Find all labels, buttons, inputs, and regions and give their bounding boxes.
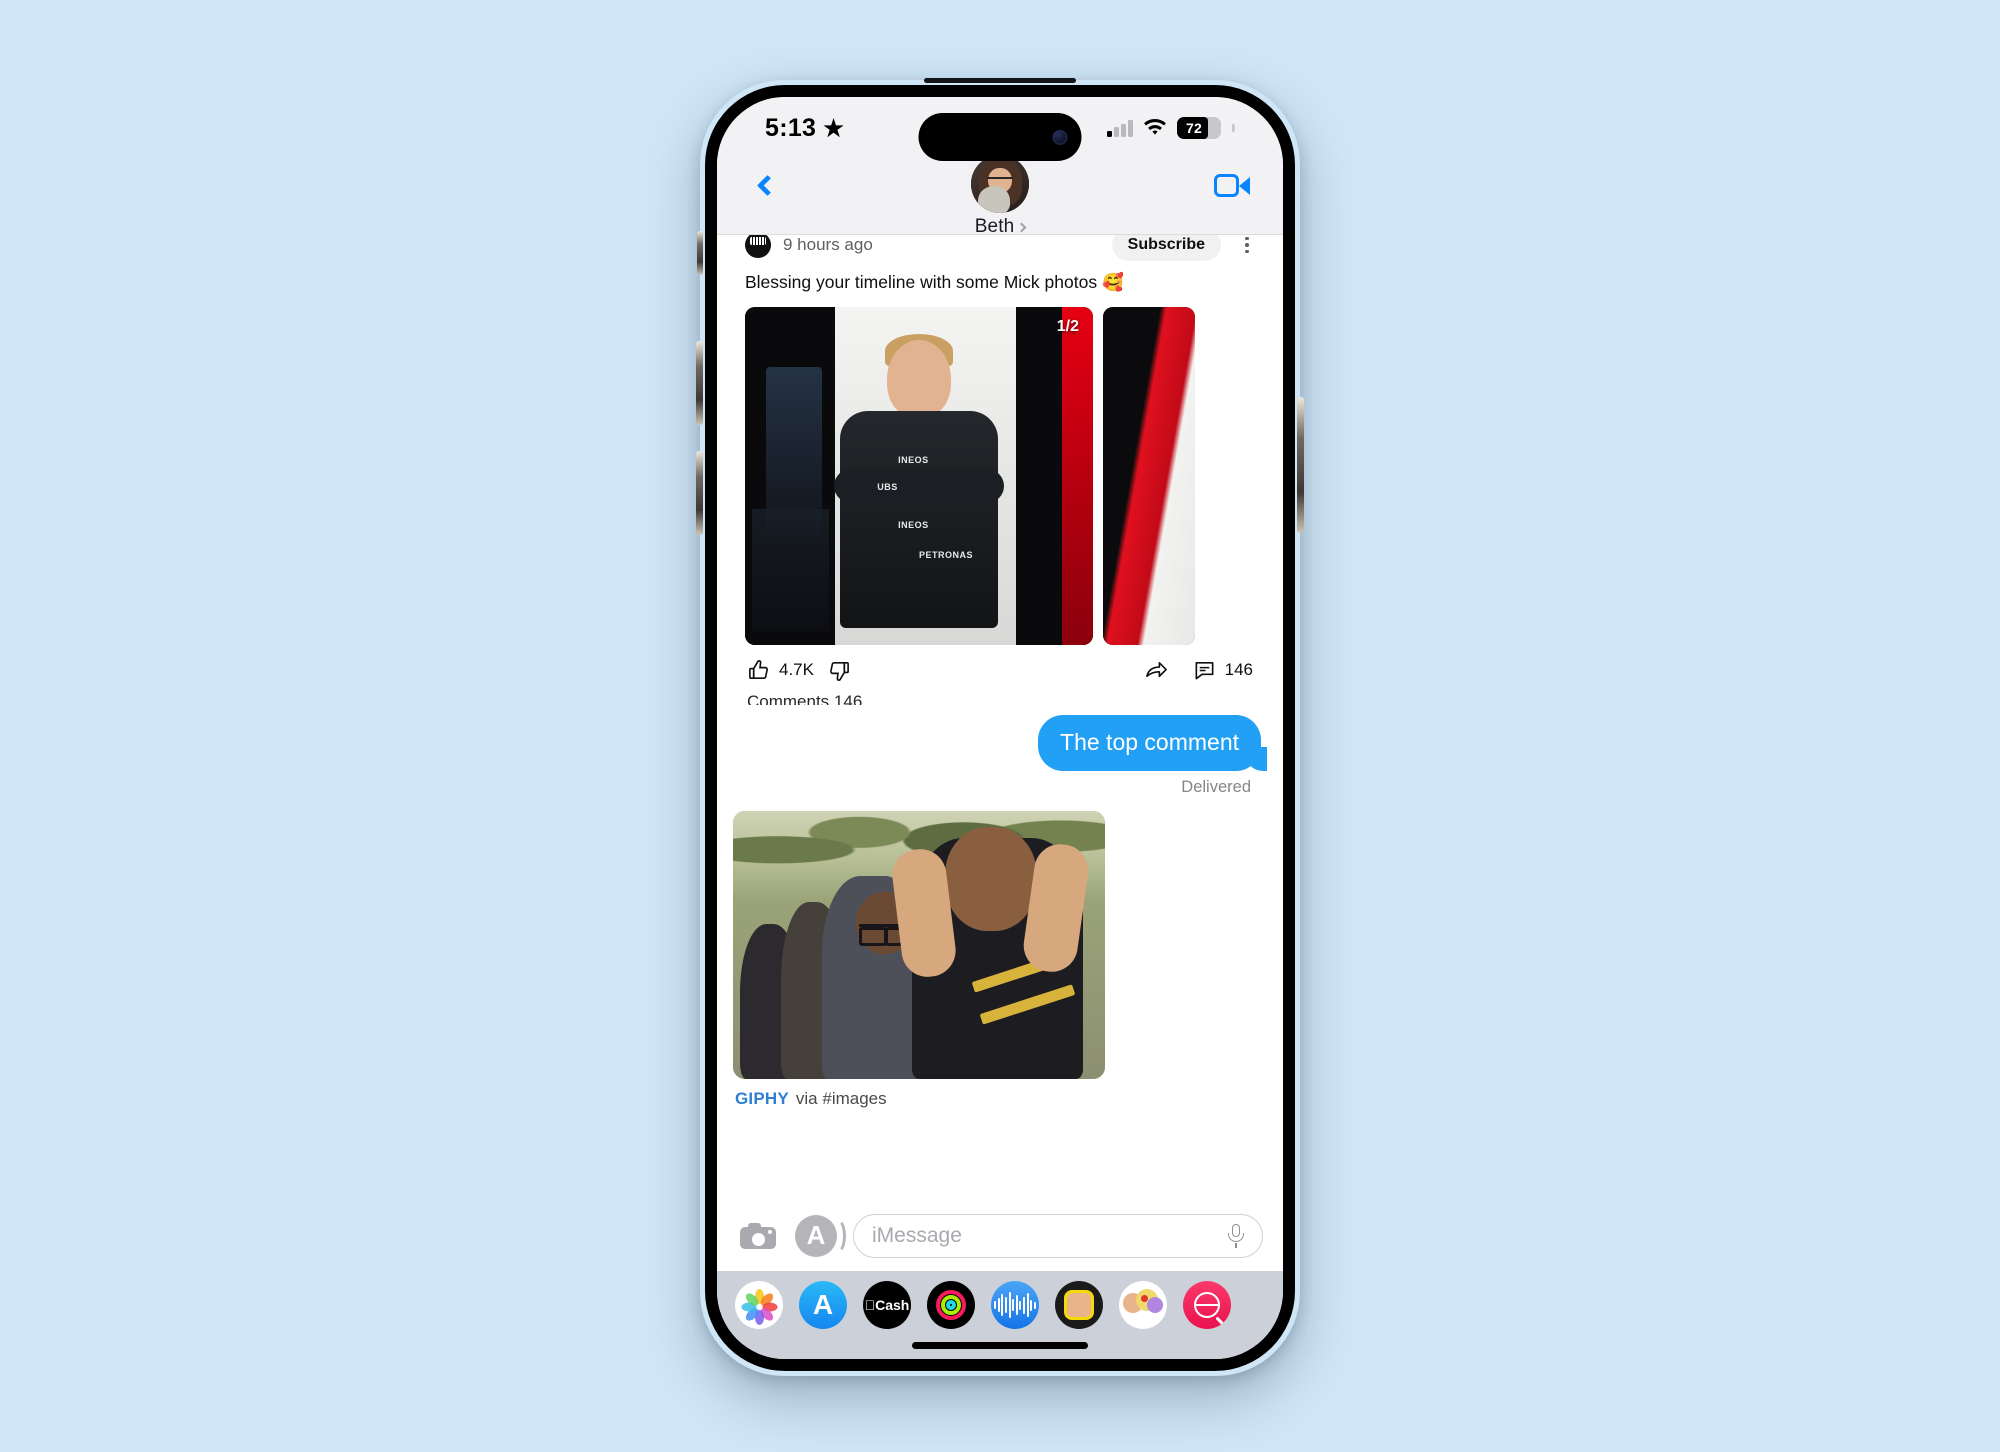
dictation-button[interactable] (1228, 1224, 1244, 1248)
message-bubble-outgoing[interactable]: The top comment (1038, 714, 1267, 772)
app-store-app-icon[interactable]: A (799, 1281, 847, 1329)
youtube-post-preview[interactable]: 9 hours ago Subscribe Blessing your time… (731, 235, 1269, 705)
avatar-image (971, 155, 1029, 213)
engagement-right-group: 146 (1144, 659, 1253, 682)
iphone-device-frame: 5:13 ★ 72 Beth 9 hours ago Subscribe Ble… (696, 78, 1304, 1376)
contact-name: Beth (974, 216, 1015, 237)
subscribe-button[interactable]: Subscribe (1111, 235, 1221, 261)
cellular-signal-icon (1107, 119, 1133, 137)
memoji-app-icon[interactable] (1055, 1281, 1103, 1329)
comments-button[interactable]: 146 (1193, 659, 1253, 682)
photos-app-icon[interactable] (735, 1281, 783, 1329)
facetime-button[interactable] (1209, 165, 1255, 205)
like-button[interactable]: 4.7K (747, 659, 814, 682)
apple-cash-label: Cash (865, 1297, 910, 1313)
star-icon: ★ (823, 114, 845, 141)
magnifier-globe-glyph (1193, 1292, 1220, 1318)
post-timestamp: 9 hours ago (783, 235, 873, 254)
microphone-icon (1228, 1224, 1244, 1248)
comment-bubble-icon (1195, 661, 1214, 680)
home-indicator[interactable] (912, 1342, 1088, 1349)
imessage-apps-button[interactable]: A (795, 1215, 846, 1257)
silent-switch-button[interactable] (697, 231, 703, 275)
giphy-via-label: via #images (795, 1089, 887, 1109)
app-drawer-arc (828, 1218, 846, 1254)
giphy-image-content (733, 811, 1105, 1080)
message-list[interactable]: 9 hours ago Subscribe Blessing your time… (717, 235, 1283, 1201)
post-engagement-bar: 4.7K 146 (731, 645, 1269, 692)
battery-icon: 72 (1176, 117, 1221, 139)
waveform-glyph (994, 1292, 1036, 1318)
camera-icon (740, 1223, 776, 1249)
status-time-group: 5:13 ★ (765, 114, 844, 143)
thumbs-up-icon (749, 659, 768, 679)
giphy-message[interactable]: GIPHY via #images (731, 797, 1269, 1109)
earpiece-speaker (924, 78, 1076, 83)
share-arrow-icon (1145, 661, 1167, 677)
avatar (971, 155, 1029, 213)
delivery-status-row: Delivered (731, 771, 1269, 797)
activity-rings-glyph (936, 1290, 966, 1320)
conversation-header: Beth (717, 155, 1283, 237)
sticker-faces-glyph (1123, 1287, 1163, 1323)
dislike-button[interactable] (828, 659, 851, 682)
status-indicators: 72 (1107, 117, 1235, 139)
camera-button[interactable] (737, 1215, 779, 1257)
back-button[interactable] (745, 161, 789, 209)
channel-avatar-icon (745, 235, 771, 258)
more-options-icon[interactable] (1239, 236, 1255, 254)
comment-count: 146 (1224, 660, 1253, 680)
power-button[interactable] (1297, 397, 1304, 533)
app-store-glyph: A (812, 1289, 834, 1320)
youtube-post-header: 9 hours ago Subscribe (731, 235, 1269, 261)
volume-up-button[interactable] (696, 341, 703, 425)
memoji-stickers-app-icon[interactable] (1119, 1281, 1167, 1329)
front-camera-icon (1052, 129, 1068, 145)
phone-screen: 5:13 ★ 72 Beth 9 hours ago Subscribe Ble… (717, 97, 1283, 1359)
contact-name-row: Beth (974, 216, 1027, 238)
secondary-photo-image (1103, 306, 1195, 645)
dynamic-island[interactable] (918, 113, 1082, 161)
imessage-placeholder: iMessage (872, 1224, 962, 1247)
volume-down-button[interactable] (696, 451, 703, 535)
phone-bezel: 5:13 ★ 72 Beth 9 hours ago Subscribe Ble… (696, 78, 1304, 1371)
carousel-indicator: 1/2 (1056, 317, 1079, 335)
share-button[interactable] (1144, 659, 1169, 682)
battery-level: 72 (1186, 120, 1202, 136)
post-photo-secondary[interactable] (1103, 306, 1195, 645)
memoji-face-glyph (1064, 1290, 1094, 1320)
outgoing-message-row: The top comment (731, 705, 1269, 772)
post-photo-carousel[interactable]: INEOS UBS INEOS PETRONAS 1/2 (731, 306, 1269, 645)
post-photo-primary[interactable]: INEOS UBS INEOS PETRONAS 1/2 (745, 306, 1093, 645)
thumbs-down-icon (830, 661, 849, 681)
voice-memos-app-icon[interactable] (991, 1281, 1039, 1329)
app-store-icon: A (806, 1220, 826, 1250)
apple-cash-app-icon[interactable]: Cash (863, 1281, 911, 1329)
gif-search-app-icon[interactable] (1183, 1281, 1231, 1329)
fitness-rings-app-icon[interactable] (927, 1281, 975, 1329)
post-text: Blessing your timeline with some Mick ph… (745, 272, 1124, 292)
search-input[interactable]: iMessage (853, 1214, 1263, 1258)
photos-flower-glyph (741, 1289, 778, 1325)
battery-nub (1232, 124, 1235, 132)
message-input-bar: A iMessage (717, 1201, 1283, 1271)
giphy-brand-label[interactable]: GIPHY (735, 1089, 789, 1109)
driver-photo-image: INEOS UBS INEOS PETRONAS (745, 306, 1093, 645)
delivery-status: Delivered (1181, 778, 1251, 797)
video-camera-icon (1214, 173, 1250, 197)
status-time: 5:13 (765, 113, 817, 142)
chevron-left-icon (756, 174, 778, 196)
giphy-image[interactable] (733, 811, 1105, 1080)
wifi-icon (1143, 119, 1166, 135)
comments-section-label[interactable]: Comments 146 (731, 692, 1269, 705)
contact-info-button[interactable]: Beth (971, 155, 1029, 238)
like-count: 4.7K (779, 660, 814, 680)
chevron-right-icon (1016, 222, 1027, 232)
giphy-attribution: GIPHY via #images (733, 1089, 1269, 1109)
